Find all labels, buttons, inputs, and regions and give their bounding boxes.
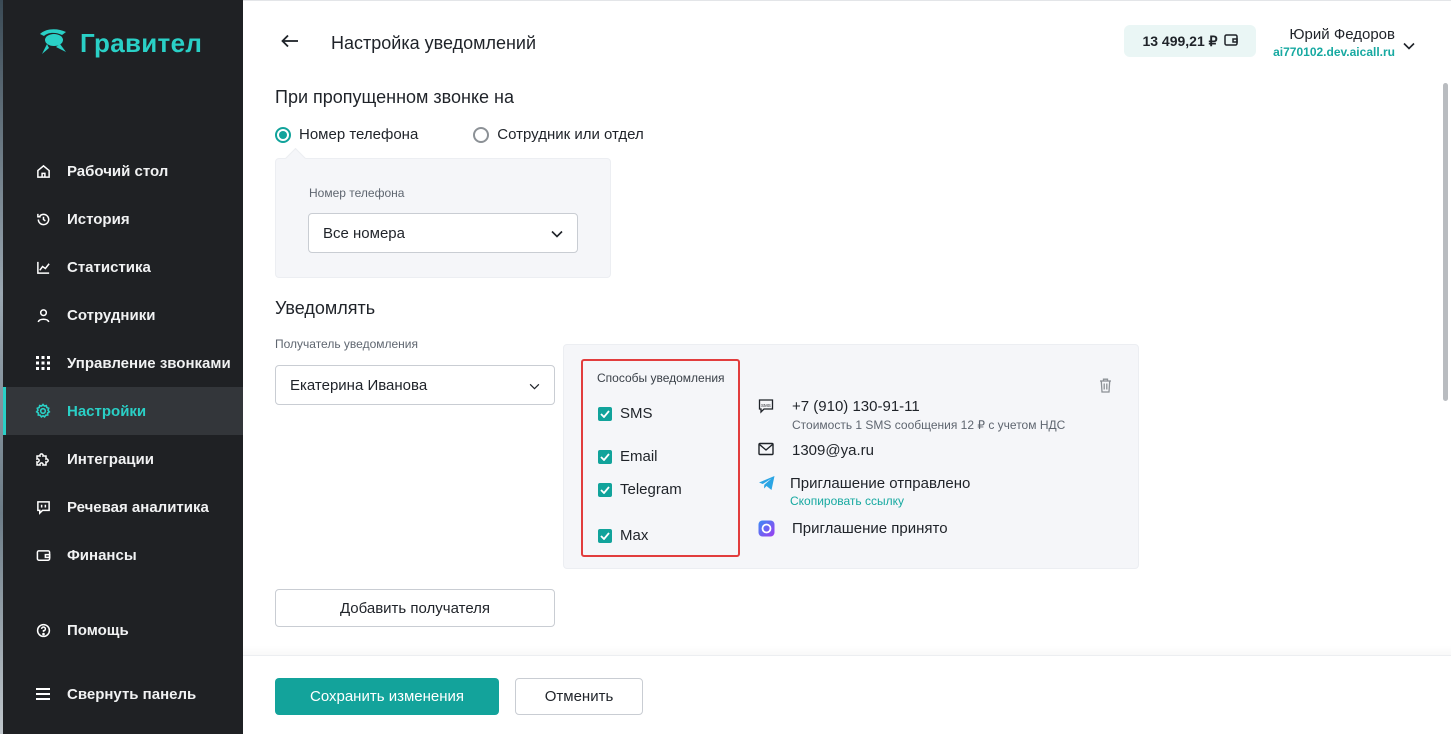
checkbox-email[interactable]: Email: [598, 448, 658, 465]
checkbox-label: Telegram: [620, 481, 682, 498]
phone-number-select[interactable]: Все номера: [308, 213, 578, 253]
sidebar-item-integrations[interactable]: Интеграции: [3, 435, 243, 483]
user-icon: [35, 307, 51, 323]
radio-phone-number[interactable]: [275, 126, 291, 143]
page-title: Настройка уведомлений: [331, 33, 537, 53]
user-menu[interactable]: Юрий Федоров ai770102.dev.aicall.ru: [1269, 26, 1395, 59]
checkbox-checked-icon: [598, 406, 612, 421]
notify-title: Уведомлять: [275, 298, 376, 318]
checkbox-max[interactable]: Max: [598, 527, 648, 544]
checkbox-sms[interactable]: SMS: [598, 405, 653, 422]
balance-value: 13 499,21 ₽: [1142, 32, 1218, 49]
arrow-left-icon: [281, 34, 299, 53]
phone-number-label: Номер телефона: [309, 186, 405, 200]
sidebar-item-label: Речевая аналитика: [67, 498, 209, 516]
footer-bar: Сохранить изменения Отменить: [243, 655, 1451, 734]
checkbox-label: Email: [620, 448, 658, 465]
telegram-status: Приглашение отправлено: [790, 475, 971, 492]
trash-icon[interactable]: [1099, 378, 1112, 398]
logo-text: Гравител: [80, 28, 203, 58]
missed-call-title: При пропущенном звонке на: [275, 87, 515, 107]
grid-icon: [35, 355, 51, 371]
user-domain: ai770102.dev.aicall.ru: [1273, 45, 1395, 59]
max-status: Приглашение принято: [792, 520, 948, 537]
main-content: Настройка уведомлений 13 499,21 ₽ Юрий Ф…: [243, 0, 1451, 734]
sidebar-item-label: Управление звонками: [67, 354, 231, 372]
sidebar-item-label: Настройки: [67, 402, 147, 420]
chevron-down-icon[interactable]: [1403, 37, 1415, 55]
telegram-icon: [758, 475, 776, 495]
menu-icon: [35, 686, 51, 702]
help-icon: [35, 622, 51, 638]
sidebar-item-finances[interactable]: Финансы: [3, 531, 243, 579]
sidebar-item-settings[interactable]: Настройки: [3, 387, 243, 435]
checkbox-checked-icon: [598, 449, 612, 464]
phone-number-panel: Номер телефона Все номера: [275, 158, 611, 278]
sidebar-item-label: Помощь: [67, 621, 129, 639]
gear-icon: [35, 403, 51, 419]
checkbox-label: SMS: [620, 405, 653, 422]
balance-badge[interactable]: 13 499,21 ₽: [1124, 25, 1256, 57]
checkbox-checked-icon: [598, 528, 612, 543]
methods-title: Способы уведомления: [597, 371, 725, 385]
checkbox-checked-icon: [598, 482, 612, 497]
sidebar-item-label: Финансы: [67, 546, 137, 564]
puzzle-icon: [35, 451, 51, 467]
add-recipient-button[interactable]: Добавить получателя: [275, 589, 555, 627]
logo[interactable]: Гравител: [36, 26, 202, 61]
chart-icon: [35, 259, 51, 275]
scrollbar[interactable]: [1443, 83, 1448, 401]
user-name: Юрий Федоров: [1289, 26, 1395, 43]
sms-phone: +7 (910) 130-91-11: [792, 398, 920, 415]
speech-icon: [35, 499, 51, 515]
logo-icon: [36, 26, 70, 61]
select-value: Екатерина Иванова: [290, 376, 428, 394]
cancel-button[interactable]: Отменить: [515, 678, 643, 715]
missed-call-options: Номер телефона Сотрудник или отдел: [275, 126, 644, 143]
sidebar-item-label: Рабочий стол: [67, 162, 169, 180]
sidebar-item-call-management[interactable]: Управление звонками: [3, 339, 243, 387]
wallet-icon: [35, 547, 51, 563]
methods-box: Способы уведомления SMS Email Telegram M…: [581, 359, 740, 557]
sms-icon: SMS: [758, 398, 774, 418]
sidebar-item-history[interactable]: История: [3, 195, 243, 243]
chevron-down-icon: [551, 225, 563, 242]
sidebar-item-label: Интеграции: [67, 450, 154, 468]
radio-label: Номер телефона: [299, 126, 419, 143]
sidebar-item-statistics[interactable]: Статистика: [3, 243, 243, 291]
radio-label: Сотрудник или отдел: [497, 126, 644, 143]
radio-employee-or-department[interactable]: [473, 126, 490, 143]
save-button[interactable]: Сохранить изменения: [275, 678, 499, 715]
sidebar-item-label: История: [67, 210, 130, 228]
sidebar: Гравител Рабочий стол История Статистика…: [3, 0, 243, 734]
sidebar-item-label: Статистика: [67, 258, 151, 276]
wallet-icon: [1223, 33, 1238, 49]
chevron-down-icon: [529, 377, 540, 394]
sidebar-item-help[interactable]: Помощь: [3, 606, 243, 654]
sidebar-item-speech-analytics[interactable]: Речевая аналитика: [3, 483, 243, 531]
sidebar-item-employees[interactable]: Сотрудники: [3, 291, 243, 339]
max-messenger-icon: [758, 520, 775, 541]
sidebar-item-label: Сотрудники: [67, 306, 156, 324]
sidebar-item-label: Свернуть панель: [67, 685, 197, 703]
recipient-select[interactable]: Екатерина Иванова: [275, 365, 555, 405]
sms-cost-note: Стоимость 1 SMS сообщения 12 ₽ с учетом …: [792, 418, 1066, 432]
home-icon: [35, 163, 51, 179]
checkbox-telegram[interactable]: Telegram: [598, 481, 682, 498]
email-value: 1309@ya.ru: [792, 442, 874, 459]
svg-text:SMS: SMS: [761, 403, 771, 408]
sidebar-collapse[interactable]: Свернуть панель: [3, 670, 243, 718]
back-button[interactable]: [279, 31, 301, 55]
history-icon: [35, 211, 51, 227]
notification-methods-panel: Способы уведомления SMS Email Telegram M…: [563, 344, 1139, 569]
copy-link[interactable]: Скопировать ссылку: [790, 494, 904, 508]
sidebar-item-dashboard[interactable]: Рабочий стол: [3, 147, 243, 195]
select-value: Все номера: [323, 224, 405, 242]
recipient-label: Получатель уведомления: [275, 337, 419, 351]
mail-icon: [758, 442, 774, 460]
checkbox-label: Max: [620, 527, 649, 544]
